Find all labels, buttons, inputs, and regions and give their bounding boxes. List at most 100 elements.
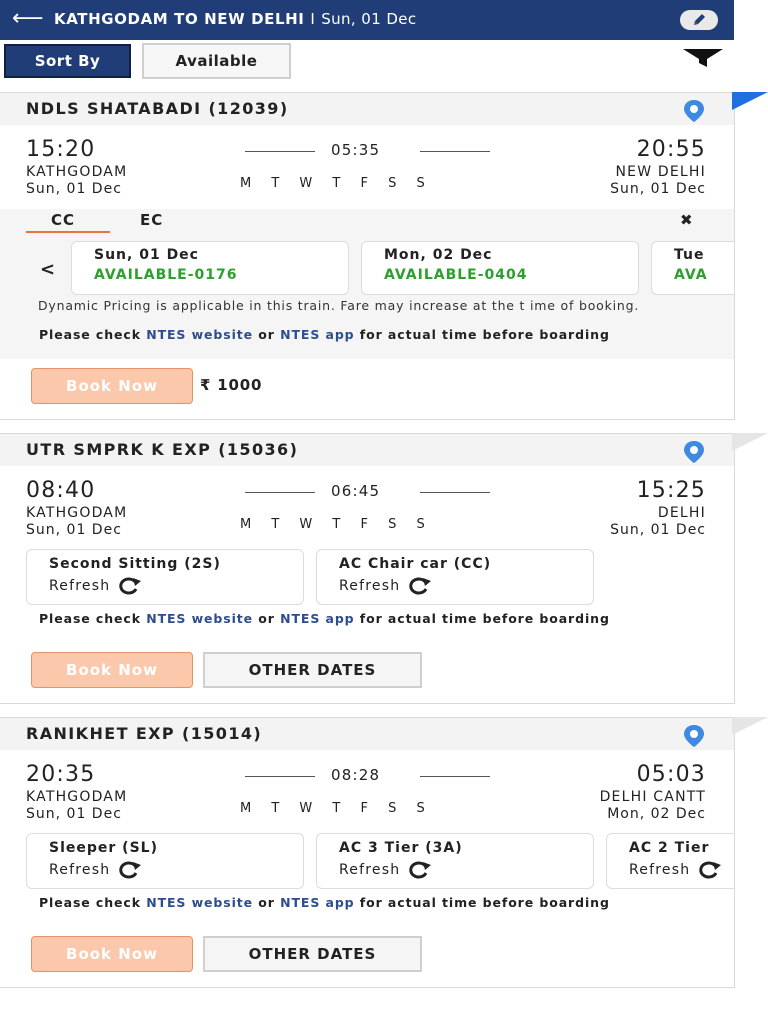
- ntes-check-notice: Please check NTES website or NTES app fo…: [26, 326, 726, 343]
- corner-flag-decoration: [732, 92, 768, 110]
- availability-date-card[interactable]: Sun, 01 Dec AVAILABLE-0176: [71, 241, 349, 295]
- edit-search-button[interactable]: [680, 10, 718, 30]
- ntes-check-notice: Please check NTES website or NTES app fo…: [26, 894, 726, 911]
- active-tab-indicator: [26, 231, 110, 233]
- class-name: AC 2 Tier: [629, 840, 710, 856]
- route-separator: I: [310, 10, 316, 28]
- running-days: M T W T F S S: [240, 517, 433, 532]
- train-card: UTR SMPRK K EXP (15036) 08:40 KATHGODAM …: [0, 433, 735, 704]
- class-quote-card[interactable]: AC 3 Tier (3A) Refresh: [316, 833, 594, 889]
- refresh-label: Refresh: [49, 862, 111, 878]
- availability-date-card[interactable]: Mon, 02 Dec AVAILABLE-0404: [361, 241, 639, 295]
- ntes-app-link[interactable]: NTES app: [280, 611, 354, 626]
- check-middle: or: [253, 611, 281, 626]
- availability-date: Sun, 01 Dec: [94, 247, 199, 263]
- check-middle: or: [253, 895, 281, 910]
- departure-time: 15:20: [26, 137, 96, 162]
- departure-date: Sun, 01 Dec: [26, 806, 122, 822]
- refresh-fare[interactable]: Refresh: [49, 861, 142, 879]
- train-card-header: RANIKHET EXP (15014): [0, 718, 734, 750]
- class-name: AC 3 Tier (3A): [339, 840, 463, 856]
- check-suffix: for actual time before boarding: [354, 327, 610, 342]
- duration-line-right: [420, 492, 490, 493]
- refresh-label: Refresh: [49, 578, 111, 594]
- ntes-check-notice: Please check NTES website or NTES app fo…: [26, 610, 726, 627]
- refresh-fare[interactable]: Refresh: [339, 577, 432, 595]
- refresh-fare[interactable]: Refresh: [629, 861, 722, 879]
- ntes-website-link[interactable]: NTES website: [146, 327, 253, 342]
- class-name: Sleeper (SL): [49, 840, 158, 856]
- ntes-app-link[interactable]: NTES app: [280, 327, 354, 342]
- class-quote-card[interactable]: Sleeper (SL) Refresh: [26, 833, 304, 889]
- departure-date: Sun, 01 Dec: [26, 181, 122, 197]
- class-name: AC Chair car (CC): [339, 556, 492, 572]
- journey-duration: 08:28: [331, 766, 381, 784]
- location-pin-icon[interactable]: [682, 99, 706, 123]
- arrival-date: Sun, 01 Dec: [610, 522, 706, 538]
- close-icon[interactable]: ✖: [680, 211, 693, 229]
- availability-date: Tue: [674, 247, 705, 263]
- route-date: Sun, 01 Dec: [321, 10, 417, 28]
- class-quote-card[interactable]: Second Sitting (2S) Refresh: [26, 549, 304, 605]
- duration-line-left: [245, 776, 315, 777]
- duration-line-left: [245, 492, 315, 493]
- departure-station: KATHGODAM: [26, 164, 128, 180]
- refresh-icon: [409, 577, 432, 595]
- corner-flag-decoration: [732, 433, 768, 451]
- ntes-website-link[interactable]: NTES website: [146, 895, 253, 910]
- train-name[interactable]: UTR SMPRK K EXP (15036): [26, 440, 298, 459]
- other-dates-button[interactable]: OTHER DATES: [203, 652, 422, 688]
- back-arrow-icon[interactable]: ⟵: [12, 6, 44, 32]
- class-name: Second Sitting (2S): [49, 556, 221, 572]
- class-quote-card[interactable]: AC Chair car (CC) Refresh: [316, 549, 594, 605]
- availability-date: Mon, 02 Dec: [384, 247, 493, 263]
- refresh-icon: [409, 861, 432, 879]
- pencil-icon: [694, 14, 705, 25]
- fare-amount: ₹ 1000: [200, 376, 263, 394]
- departure-station: KATHGODAM: [26, 505, 128, 521]
- train-card-header: NDLS SHATABADI (12039): [0, 93, 734, 125]
- train-card: NDLS SHATABADI (12039) 15:20 KATHGODAM S…: [0, 92, 735, 420]
- available-filter-button[interactable]: Available: [142, 43, 291, 79]
- departure-time: 20:35: [26, 762, 96, 787]
- train-name[interactable]: RANIKHET EXP (15014): [26, 724, 262, 743]
- refresh-fare[interactable]: Refresh: [49, 577, 142, 595]
- refresh-fare[interactable]: Refresh: [339, 861, 432, 879]
- availability-status: AVAILABLE-0176: [94, 267, 238, 283]
- arrival-time: 05:03: [636, 762, 706, 787]
- book-now-button[interactable]: Book Now: [31, 652, 193, 688]
- running-days: M T W T F S S: [240, 176, 433, 191]
- arrival-date: Mon, 02 Dec: [607, 806, 706, 822]
- book-now-button[interactable]: Book Now: [31, 368, 193, 404]
- availability-status: AVAILABLE-0404: [384, 267, 528, 283]
- availability-date-card[interactable]: Tue AVA: [651, 241, 734, 295]
- sort-by-button[interactable]: Sort By: [4, 44, 131, 78]
- class-quote-card[interactable]: AC 2 Tier Refresh: [606, 833, 734, 889]
- location-pin-icon[interactable]: [682, 440, 706, 464]
- departure-station: KATHGODAM: [26, 789, 128, 805]
- filter-funnel-icon[interactable]: [681, 45, 725, 71]
- book-now-button[interactable]: Book Now: [31, 936, 193, 972]
- corner-flag-decoration: [732, 717, 768, 735]
- other-dates-button[interactable]: OTHER DATES: [203, 936, 422, 972]
- train-name[interactable]: NDLS SHATABADI (12039): [26, 99, 289, 118]
- refresh-icon: [119, 577, 142, 595]
- duration-line-right: [420, 151, 490, 152]
- check-prefix: Please check: [39, 327, 147, 342]
- refresh-label: Refresh: [339, 862, 401, 878]
- duration-line-right: [420, 776, 490, 777]
- check-prefix: Please check: [39, 895, 147, 910]
- departure-date: Sun, 01 Dec: [26, 522, 122, 538]
- tab-class-cc[interactable]: CC: [51, 211, 75, 229]
- departure-time: 08:40: [26, 478, 96, 503]
- app-header: ⟵ KATHGODAM TO NEW DELHI I Sun, 01 Dec: [0, 0, 734, 40]
- tab-class-ec[interactable]: EC: [140, 211, 163, 229]
- route-text: KATHGODAM TO NEW DELHI: [54, 10, 305, 28]
- dynamic-pricing-notice: Dynamic Pricing is applicable in this tr…: [38, 298, 640, 313]
- running-days: M T W T F S S: [240, 801, 433, 816]
- location-pin-icon[interactable]: [682, 724, 706, 748]
- check-prefix: Please check: [39, 611, 147, 626]
- ntes-app-link[interactable]: NTES app: [280, 895, 354, 910]
- chevron-left-icon[interactable]: <: [40, 259, 55, 280]
- ntes-website-link[interactable]: NTES website: [146, 611, 253, 626]
